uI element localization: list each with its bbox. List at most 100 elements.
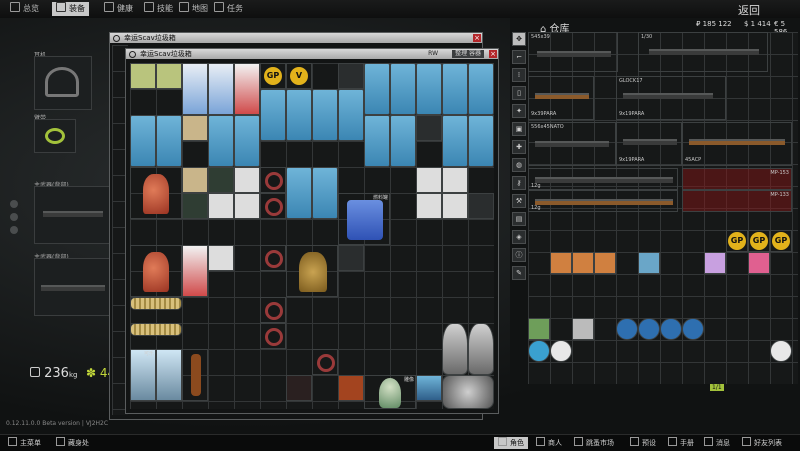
horse-figurine-item[interactable] [182,349,208,401]
stash-grid[interactable]: 545x39 1/30 9x39PARA 9x19PARA GLOCK17 55… [528,32,798,384]
gp-coin-item[interactable]: GP [770,230,792,252]
container-grid[interactable]: GP V 燃料罐 可乐 雕像 [130,63,494,409]
weapon-item[interactable]: 556x45NATO [528,122,616,166]
container-window-inner[interactable]: 幸运Scav垃圾箱 RW 整理 容器 × GP V 燃料罐 可乐 雕像 [125,48,499,414]
rope-item[interactable] [130,297,182,310]
roll-item[interactable] [182,167,208,193]
blue-tube-item[interactable] [312,89,338,141]
sort-button[interactable]: 整理 容器 [452,50,484,58]
friends-button[interactable]: 好友列表 [738,437,786,449]
filter-meds-button[interactable]: ✚ [512,140,526,154]
gas-cylinder-item[interactable] [130,245,182,297]
paper-item[interactable] [208,193,234,219]
tab-skills[interactable]: 技能 [140,2,177,16]
eagle-statue-item[interactable] [286,245,338,297]
weapon-item[interactable]: 545x39 [528,32,618,72]
flea-market-button[interactable]: 跳蚤市场 [570,437,618,449]
handbook-button[interactable]: 手册 [664,437,698,449]
blue-tube-item[interactable] [208,115,234,167]
filter-special-button[interactable]: ◈ [512,230,526,244]
misc-item[interactable] [286,375,312,401]
tape-roll-item[interactable] [616,318,638,340]
earpiece-slot[interactable] [34,56,92,110]
roll-item[interactable] [182,115,208,141]
messages-button[interactable]: 消息 [700,437,734,449]
blue-tube-item[interactable] [312,167,338,219]
weapon-item[interactable]: 12g [528,168,678,190]
misc-item[interactable] [208,167,234,193]
filter-mods-button[interactable]: ✦ [512,104,526,118]
item[interactable] [748,252,770,274]
filter-magazines-button[interactable]: ▯ [512,86,526,100]
paper-item[interactable] [234,167,260,193]
ammo-item[interactable] [572,252,594,274]
weapon-item[interactable]: MP-153 [682,168,792,190]
weapon-item[interactable]: 9x19PARA [616,122,682,166]
misc-item[interactable] [182,193,208,219]
item[interactable] [528,318,550,340]
tab-health[interactable]: 健康 [100,2,137,16]
tab-gear[interactable]: 装备 [52,2,89,16]
blue-tube-item[interactable] [364,115,390,167]
book-item[interactable] [338,375,364,401]
paper-item[interactable] [208,245,234,271]
filter-containers-button[interactable]: ▤ [512,212,526,226]
tab-tasks[interactable]: 任务 [210,2,247,16]
hideout-button[interactable]: 藏身处 [52,437,93,449]
item[interactable] [572,318,594,340]
blue-tube-item[interactable] [442,63,468,115]
paper-item[interactable] [442,193,468,219]
blue-tube-item[interactable] [260,89,286,141]
blue-tube-item[interactable] [416,63,442,115]
weapon-item[interactable]: 9x19PARA GLOCK17 [616,76,726,120]
window-titlebar[interactable]: 幸运Scav垃圾箱 [110,33,482,43]
tape-roll-item[interactable] [550,340,572,362]
blue-tube-item[interactable] [338,89,364,141]
blue-tube-item[interactable] [468,63,494,115]
item[interactable] [704,252,726,274]
blue-tube-item[interactable] [286,89,312,141]
weapon-item[interactable]: 12g [528,190,678,212]
tape-item[interactable] [260,245,286,271]
misc-item[interactable] [468,193,494,219]
jerrycan-item[interactable] [156,63,182,89]
misc-item[interactable] [338,245,364,271]
main-menu-button[interactable]: 主菜单 [4,437,45,449]
filter-barter-button[interactable]: ⚒ [512,194,526,208]
paper-item[interactable] [416,167,442,193]
spray-item[interactable] [416,375,442,401]
filter-keys-button[interactable]: ⚷ [512,176,526,190]
gp-coin-item[interactable]: GP [726,230,748,252]
armband-slot[interactable] [34,119,76,153]
filter-all-button[interactable]: ✥ [512,32,526,46]
filter-weapons-button[interactable]: ⌐ [512,50,526,64]
ammo-item[interactable] [638,252,660,274]
close-button[interactable]: × [489,50,497,58]
gp-coin-item[interactable]: GP [260,63,286,89]
blue-tube-item[interactable] [364,63,390,115]
tape-item[interactable] [260,323,286,349]
vase-item[interactable] [442,375,494,409]
blue-tube-item[interactable] [468,115,494,167]
tab-map[interactable]: 地图 [175,2,212,16]
tape-item[interactable] [260,193,286,219]
tape-roll-item[interactable] [682,318,704,340]
weapon-item[interactable]: 9x39PARA [528,76,594,120]
kettle-item[interactable] [442,323,468,375]
blue-tube-item[interactable] [390,115,416,167]
back-button[interactable]: 返回 [738,2,760,18]
fuel-canister-item[interactable]: 燃料罐 [338,193,390,245]
character-button[interactable]: 角色 [494,437,528,449]
drink-can-item[interactable] [156,349,182,401]
weapon-item[interactable]: 1/30 [638,32,768,72]
blue-tube-item[interactable] [390,63,416,115]
detergent-bottle-item[interactable] [182,63,208,115]
blue-tube-item[interactable] [156,115,182,167]
filter-misc-button[interactable]: ✎ [512,266,526,280]
blue-tube-item[interactable] [234,115,260,167]
window-titlebar[interactable]: 幸运Scav垃圾箱 [126,49,498,59]
filter-ammo-button[interactable]: ⁞ [512,68,526,82]
tape-roll-item[interactable] [660,318,682,340]
paper-item[interactable] [442,167,468,193]
filter-gear-button[interactable]: ▣ [512,122,526,136]
